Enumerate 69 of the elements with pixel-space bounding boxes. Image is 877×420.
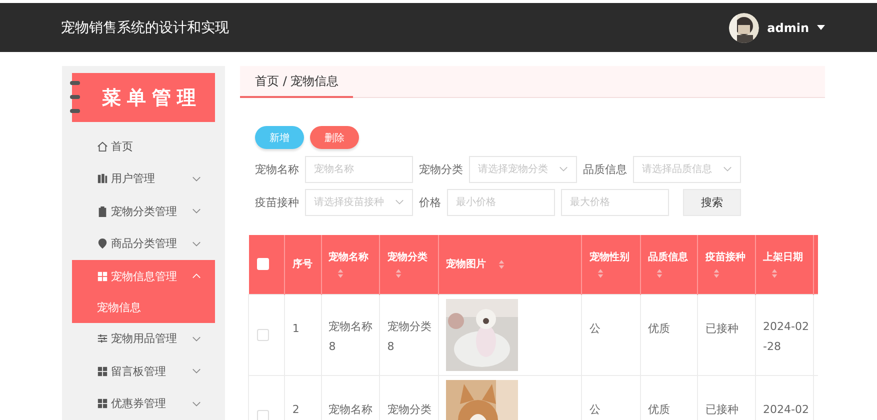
- sort-icon[interactable]: [498, 258, 505, 270]
- table-cell-text: 1: [292, 320, 300, 336]
- chevron-icon: [192, 208, 201, 214]
- sort-icon[interactable]: [656, 268, 663, 279]
- sliders-icon: [97, 333, 108, 344]
- checkbox[interactable]: [257, 328, 269, 340]
- grid-icon: [97, 270, 108, 282]
- chevron-icon: [723, 166, 732, 172]
- nav-item[interactable]: 留言板管理: [62, 355, 225, 388]
- table-cell-text: 2024-02 -28: [763, 318, 809, 354]
- table-cell-text: 优质: [648, 402, 670, 418]
- table-cell-text: 公: [589, 320, 600, 336]
- caret-icon[interactable]: [817, 25, 825, 30]
- grid-icon: [97, 366, 108, 377]
- table-cell-text: 公: [589, 402, 600, 418]
- user-menu[interactable]: admin: [767, 20, 809, 34]
- table-cell-text: 已接种: [705, 402, 738, 418]
- input-field[interactable]: 宠物名称: [305, 156, 413, 182]
- table-cell-text: 宠物名称: [328, 402, 373, 418]
- input-field[interactable]: 最小价格: [447, 188, 555, 216]
- checkbox[interactable]: [257, 410, 269, 420]
- chevron-icon: [559, 166, 568, 172]
- home-icon: [97, 140, 108, 152]
- chevron-icon: [192, 273, 201, 280]
- filter-label: 品质信息: [583, 162, 627, 176]
- binder-rings-icon: [70, 81, 80, 113]
- table-cell-text: 宠物分类 8: [387, 318, 432, 354]
- nav-item[interactable]: 宠物用品管理: [62, 322, 225, 355]
- nav-item[interactable]: 宠物分类管理: [62, 195, 225, 228]
- chevron-icon: [192, 336, 201, 342]
- sort-icon[interactable]: [597, 268, 604, 279]
- chevron-icon: [192, 176, 201, 182]
- filter-label: 宠物分类: [419, 162, 463, 176]
- chevron-icon: [395, 199, 404, 205]
- column-header: 疫苗接种: [705, 250, 746, 264]
- column-header: 宠物分类: [387, 250, 428, 264]
- table-cell-text: 2: [292, 402, 300, 418]
- sort-icon[interactable]: [713, 268, 720, 279]
- table-cell-text: 已接种: [705, 320, 738, 336]
- search-button[interactable]: 搜索: [683, 188, 741, 216]
- grid-icon: [97, 398, 108, 410]
- input-field[interactable]: 最大价格: [561, 188, 669, 216]
- table-cell-text: 2024-02: [763, 402, 809, 418]
- chevron-icon: [192, 368, 201, 374]
- column-header: 品质信息: [648, 250, 688, 264]
- nav-item[interactable]: 首页: [62, 130, 225, 162]
- chevron-icon: [192, 240, 201, 247]
- table-cell-text: 宠物名称 8: [328, 318, 373, 354]
- column-header: 宠物性别: [589, 250, 630, 264]
- filter-label: 价格: [419, 194, 441, 210]
- chevron-icon: [192, 400, 201, 407]
- column-header: 宠物图片: [446, 257, 486, 272]
- nav-item[interactable]: 商品分类管理: [62, 228, 225, 260]
- table-cell-text: 优质: [648, 320, 670, 336]
- pin-icon: [97, 238, 108, 250]
- column-header: 宠物名称: [328, 250, 369, 264]
- column-header: 序号: [292, 257, 312, 272]
- filter-label: 宠物名称: [255, 162, 299, 176]
- sort-icon[interactable]: [336, 268, 344, 279]
- sort-icon[interactable]: [395, 268, 402, 279]
- app-title: 宠物销售系统的设计和实现: [61, 18, 229, 36]
- menu-title: 菜单管理: [102, 86, 202, 110]
- filter-label: 疫苗接种: [255, 194, 299, 210]
- nav-item[interactable]: 优惠券管理: [62, 388, 225, 420]
- table-cell-text: 宠物分类: [387, 402, 432, 418]
- column-header: 上架日期: [763, 250, 803, 264]
- nav-item[interactable]: 用户管理: [62, 162, 225, 195]
- breadcrumb[interactable]: 首页 / 宠物信息: [240, 66, 353, 98]
- sort-icon[interactable]: [771, 268, 778, 279]
